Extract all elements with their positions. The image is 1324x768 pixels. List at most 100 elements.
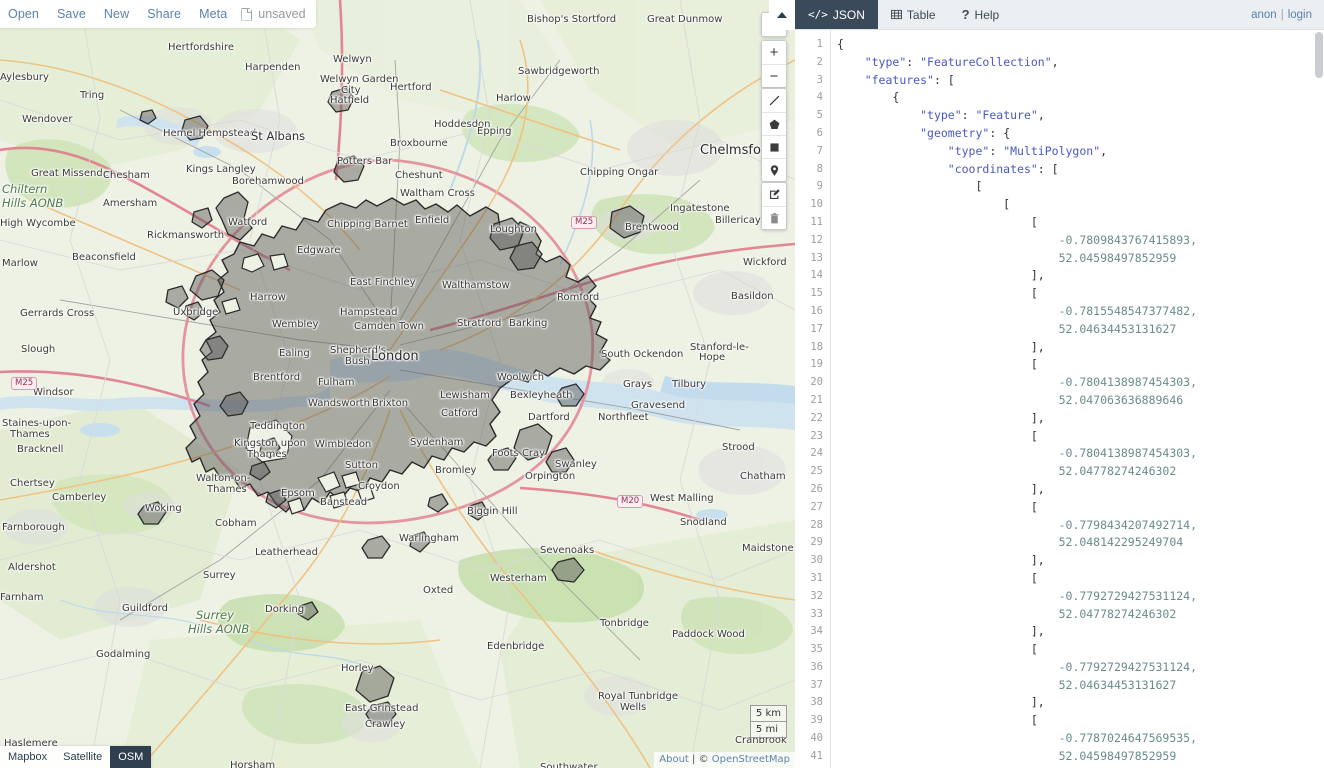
line-number: 17 [795, 321, 830, 339]
line-number: 39 [795, 712, 830, 730]
scale-metric: 5 km [750, 705, 787, 722]
line-number: 40 [795, 730, 830, 748]
user-label[interactable]: anon [1251, 9, 1277, 21]
code-line: [ [837, 356, 1324, 374]
tab-help[interactable]: ? Help [949, 0, 1013, 29]
line-number: 31 [795, 570, 830, 588]
line-number-gutter: 1234567891011121314151617181920212223242… [795, 30, 831, 768]
map-edit-tools[interactable] [761, 182, 787, 230]
line-number: 22 [795, 410, 830, 428]
line-number: 25 [795, 463, 830, 481]
line-number: 18 [795, 339, 830, 357]
marker-icon[interactable] [762, 158, 786, 181]
editor-toolbar: Open Save New Share Meta unsaved [0, 0, 316, 28]
document-icon [241, 8, 252, 21]
code-line: ], [837, 339, 1324, 357]
toolbar-share-button[interactable]: Share [147, 7, 181, 21]
code-line: 52.04778274246302 [837, 463, 1324, 481]
code-line: 52.04598497852959 [837, 250, 1324, 268]
geojson-editor-app: Bishop's StortfordGreat DunmowHertfordsh… [0, 0, 1324, 768]
line-number: 20 [795, 374, 830, 392]
zoom-out-button[interactable]: − [762, 64, 786, 87]
json-editor[interactable]: 1234567891011121314151617181920212223242… [795, 30, 1324, 768]
line-number: 30 [795, 552, 830, 570]
line-number: 38 [795, 694, 830, 712]
tab-json[interactable]: </> JSON [795, 0, 878, 29]
line-number: 8 [795, 161, 830, 179]
code-line: 52.04598497852959 [837, 748, 1324, 766]
data-pane-tabbar: </> JSON Table ? Help anon | login [795, 0, 1324, 30]
code-icon: </> [808, 9, 828, 20]
line-number: 15 [795, 285, 830, 303]
code-line: 52.048142295249704 [837, 534, 1324, 552]
code-line: ], [837, 481, 1324, 499]
code-line: [ [837, 570, 1324, 588]
line-number: 1 [795, 36, 830, 54]
code-line: -0.7792729427531124, [837, 588, 1324, 606]
openstreetmap-link[interactable]: OpenStreetMap [712, 754, 790, 765]
copyright-symbol: © [699, 754, 709, 765]
scale-imperial: 5 mi [750, 722, 787, 738]
polygon-icon[interactable] [762, 112, 786, 135]
login-link[interactable]: login [1288, 9, 1312, 21]
editor-scrollbar[interactable] [1315, 32, 1323, 78]
line-number: 36 [795, 659, 830, 677]
code-line: -0.7809843767415893, [837, 232, 1324, 250]
code-line: { [837, 36, 1324, 54]
basemap-osm[interactable]: OSM [110, 746, 151, 768]
code-line: 52.04634453131627 [837, 321, 1324, 339]
toolbar-new-button[interactable]: New [104, 7, 129, 21]
question-icon: ? [962, 8, 970, 21]
toolbar-open-button[interactable]: Open [8, 7, 39, 21]
line-number: 12 [795, 232, 830, 250]
map-zoom-control[interactable]: + − [761, 40, 787, 88]
rectangle-icon[interactable] [762, 135, 786, 158]
tab-help-label: Help [975, 8, 1000, 22]
basemap-satellite[interactable]: Satellite [55, 746, 110, 768]
tabbar-spacer [1012, 0, 1239, 29]
code-line: 52.047063636889646 [837, 392, 1324, 410]
tab-table[interactable]: Table [878, 0, 949, 29]
basemap-mapbox[interactable]: Mapbox [0, 746, 55, 768]
line-number: 37 [795, 677, 830, 695]
account-separator: | [1281, 9, 1284, 21]
filename-label: unsaved [258, 7, 305, 21]
basemap-switcher[interactable]: Mapbox Satellite OSM [0, 746, 151, 768]
map-scale-bar: 5 km 5 mi [750, 705, 787, 738]
map-draw-tools[interactable] [761, 88, 787, 182]
line-number: 13 [795, 250, 830, 268]
line-number: 33 [795, 606, 830, 624]
line-number: 29 [795, 534, 830, 552]
about-link[interactable]: About [659, 754, 689, 765]
code-line: ], [837, 552, 1324, 570]
toolbar-save-button[interactable]: Save [57, 7, 86, 21]
map-pane[interactable]: Bishop's StortfordGreat DunmowHertfordsh… [0, 0, 795, 768]
code-line: [ [837, 428, 1324, 446]
json-code-content[interactable]: { "type": "FeatureCollection", "features… [831, 30, 1324, 768]
line-number: 7 [795, 143, 830, 161]
line-number: 28 [795, 517, 830, 535]
map-canvas[interactable] [0, 0, 795, 768]
zoom-in-button[interactable]: + [762, 41, 786, 64]
code-line: "features": [ [837, 72, 1324, 90]
edit-icon[interactable] [762, 183, 786, 206]
code-line: ], [837, 623, 1324, 641]
pane-collapse-button[interactable] [769, 0, 795, 30]
code-line: "coordinates": [ [837, 161, 1324, 179]
line-number: 19 [795, 356, 830, 374]
current-file-indicator: unsaved [241, 7, 305, 21]
tab-json-label: JSON [833, 8, 865, 22]
code-line: [ [837, 499, 1324, 517]
polyline-icon[interactable] [762, 89, 786, 112]
code-line: ], [837, 694, 1324, 712]
line-number: 2 [795, 54, 830, 72]
toolbar-meta-button[interactable]: Meta [199, 7, 227, 21]
code-line: 52.04634453131627 [837, 677, 1324, 695]
code-line: "type": "FeatureCollection", [837, 54, 1324, 72]
line-number: 4 [795, 89, 830, 107]
line-number: 21 [795, 392, 830, 410]
code-line: "type": "MultiPolygon", [837, 143, 1324, 161]
map-attribution: About | © OpenStreetMap [654, 752, 795, 768]
line-number: 14 [795, 267, 830, 285]
trash-icon[interactable] [762, 206, 786, 229]
